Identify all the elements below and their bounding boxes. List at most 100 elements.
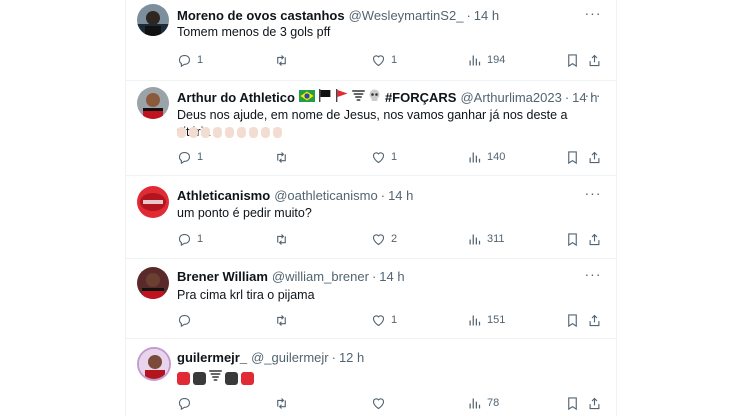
retweet-button[interactable]: [274, 230, 294, 248]
tweet[interactable]: guilermejr_ @_guilermejr · 12 h 78: [126, 338, 616, 416]
reply-count: 1: [197, 233, 204, 245]
views-count: 194: [487, 54, 506, 66]
reply-icon: [178, 233, 191, 246]
display-name-suffix[interactable]: #FORÇARS: [385, 90, 457, 105]
display-name[interactable]: Moreno de ovos castanhos: [177, 8, 345, 23]
reply-count: 1: [197, 54, 204, 66]
reply-icon: [178, 314, 191, 327]
reply-button[interactable]: 1: [177, 148, 203, 166]
separator-dot: ·: [331, 349, 336, 365]
action-bar: 78: [177, 394, 602, 412]
display-name[interactable]: Brener William: [177, 269, 268, 284]
handle[interactable]: @Arthurlima2023: [460, 90, 561, 105]
action-bar: 1 2 311: [177, 230, 602, 248]
share-button[interactable]: [587, 394, 602, 412]
bookmark-button[interactable]: [565, 394, 580, 412]
views-button[interactable]: 140: [467, 148, 505, 166]
share-button[interactable]: [587, 311, 602, 329]
handle[interactable]: @_guilermejr: [251, 350, 329, 365]
reply-icon: [178, 397, 191, 410]
reply-button[interactable]: 1: [177, 230, 203, 248]
timestamp[interactable]: 14 h: [474, 8, 499, 23]
brazil-flag-icon: [298, 89, 315, 105]
tweet-header: Moreno de ovos castanhos @WesleymartinS2…: [177, 6, 602, 24]
views-button[interactable]: 78: [467, 394, 499, 412]
retweet-button[interactable]: [274, 148, 294, 166]
avatar[interactable]: [137, 4, 169, 36]
handle[interactable]: @WesleymartinS2_: [349, 8, 464, 23]
skull-icon: [368, 89, 381, 105]
tornado-icon: [209, 369, 222, 387]
share-icon: [589, 151, 600, 163]
avatar[interactable]: [137, 186, 169, 218]
share-icon: [589, 233, 600, 245]
views-count: 151: [487, 314, 506, 326]
like-button[interactable]: [371, 394, 391, 412]
tweet[interactable]: Brener William @william_brener · 14 h ··…: [126, 258, 616, 339]
reply-button[interactable]: [177, 394, 197, 412]
tweet[interactable]: Moreno de ovos castanhos @WesleymartinS2…: [126, 0, 616, 81]
heart-icon: [372, 397, 385, 409]
heart-icon: [372, 314, 385, 326]
bookmark-button[interactable]: [565, 230, 580, 248]
reply-icon: [178, 54, 191, 67]
display-name[interactable]: Arthur do Athletico: [177, 90, 295, 105]
timestamp[interactable]: 14 h: [388, 188, 413, 203]
retweet-icon: [277, 54, 286, 66]
share-button[interactable]: [587, 148, 602, 166]
reply-feed: Moreno de ovos castanhos @WesleymartinS2…: [125, 0, 617, 416]
more-options-icon[interactable]: ···: [584, 88, 602, 106]
more-options-icon[interactable]: ···: [584, 6, 602, 24]
views-button[interactable]: 151: [467, 311, 505, 329]
reply-button[interactable]: 1: [177, 51, 203, 69]
timestamp[interactable]: 12 h: [339, 350, 364, 365]
black-square-icon: [225, 371, 238, 385]
tweet-header: guilermejr_ @_guilermejr · 12 h: [177, 348, 602, 366]
tweet-text: Pra cima krl tira o pijama: [177, 288, 315, 302]
separator-dot: ·: [466, 7, 471, 23]
avatar[interactable]: [137, 87, 169, 119]
retweet-button[interactable]: [274, 311, 294, 329]
tweet[interactable]: Athleticanismo @oathleticanismo · 14 h ·…: [126, 175, 616, 259]
like-button[interactable]: 1: [371, 148, 397, 166]
bookmark-icon: [568, 232, 577, 246]
bookmark-button[interactable]: [565, 148, 580, 166]
retweet-icon: [277, 151, 286, 163]
more-options-icon[interactable]: ···: [584, 186, 602, 204]
tweet-emoji-content: [177, 369, 257, 387]
praying-hands-icon: [177, 127, 282, 138]
black-flag-icon: [318, 89, 332, 105]
views-icon: [469, 55, 481, 65]
reply-button[interactable]: [177, 311, 197, 329]
handle[interactable]: @william_brener: [272, 269, 369, 284]
display-name[interactable]: Athleticanismo: [177, 188, 270, 203]
handle[interactable]: @oathleticanismo: [274, 188, 378, 203]
bookmark-button[interactable]: [565, 51, 580, 69]
avatar[interactable]: [137, 347, 171, 381]
retweet-button[interactable]: [274, 394, 294, 412]
bookmark-button[interactable]: [565, 311, 580, 329]
share-button[interactable]: [587, 51, 602, 69]
share-icon: [589, 54, 600, 66]
like-button[interactable]: 1: [371, 311, 397, 329]
like-button[interactable]: 2: [371, 230, 397, 248]
tweet[interactable]: Arthur do Athletico #FORÇARS @Arthurlima…: [126, 80, 616, 176]
timestamp[interactable]: 14 h: [379, 269, 404, 284]
retweet-button[interactable]: [274, 51, 294, 69]
display-name[interactable]: guilermejr_: [177, 350, 247, 365]
views-button[interactable]: 311: [467, 230, 505, 248]
views-icon: [469, 152, 481, 162]
action-bar: 1 1 194: [177, 51, 602, 69]
views-button[interactable]: 194: [467, 51, 505, 69]
views-count: 140: [487, 151, 506, 163]
share-button[interactable]: [587, 230, 602, 248]
tweet-text: um ponto é pedir muito?: [177, 206, 312, 220]
like-button[interactable]: 1: [371, 51, 397, 69]
heart-icon: [372, 233, 385, 245]
action-bar: 1 151: [177, 311, 602, 329]
avatar[interactable]: [137, 267, 169, 299]
more-options-icon[interactable]: ···: [584, 267, 602, 285]
red-flag-icon: [335, 89, 349, 105]
tweet-header: Arthur do Athletico #FORÇARS @Arthurlima…: [177, 88, 602, 106]
retweet-icon: [277, 314, 286, 326]
